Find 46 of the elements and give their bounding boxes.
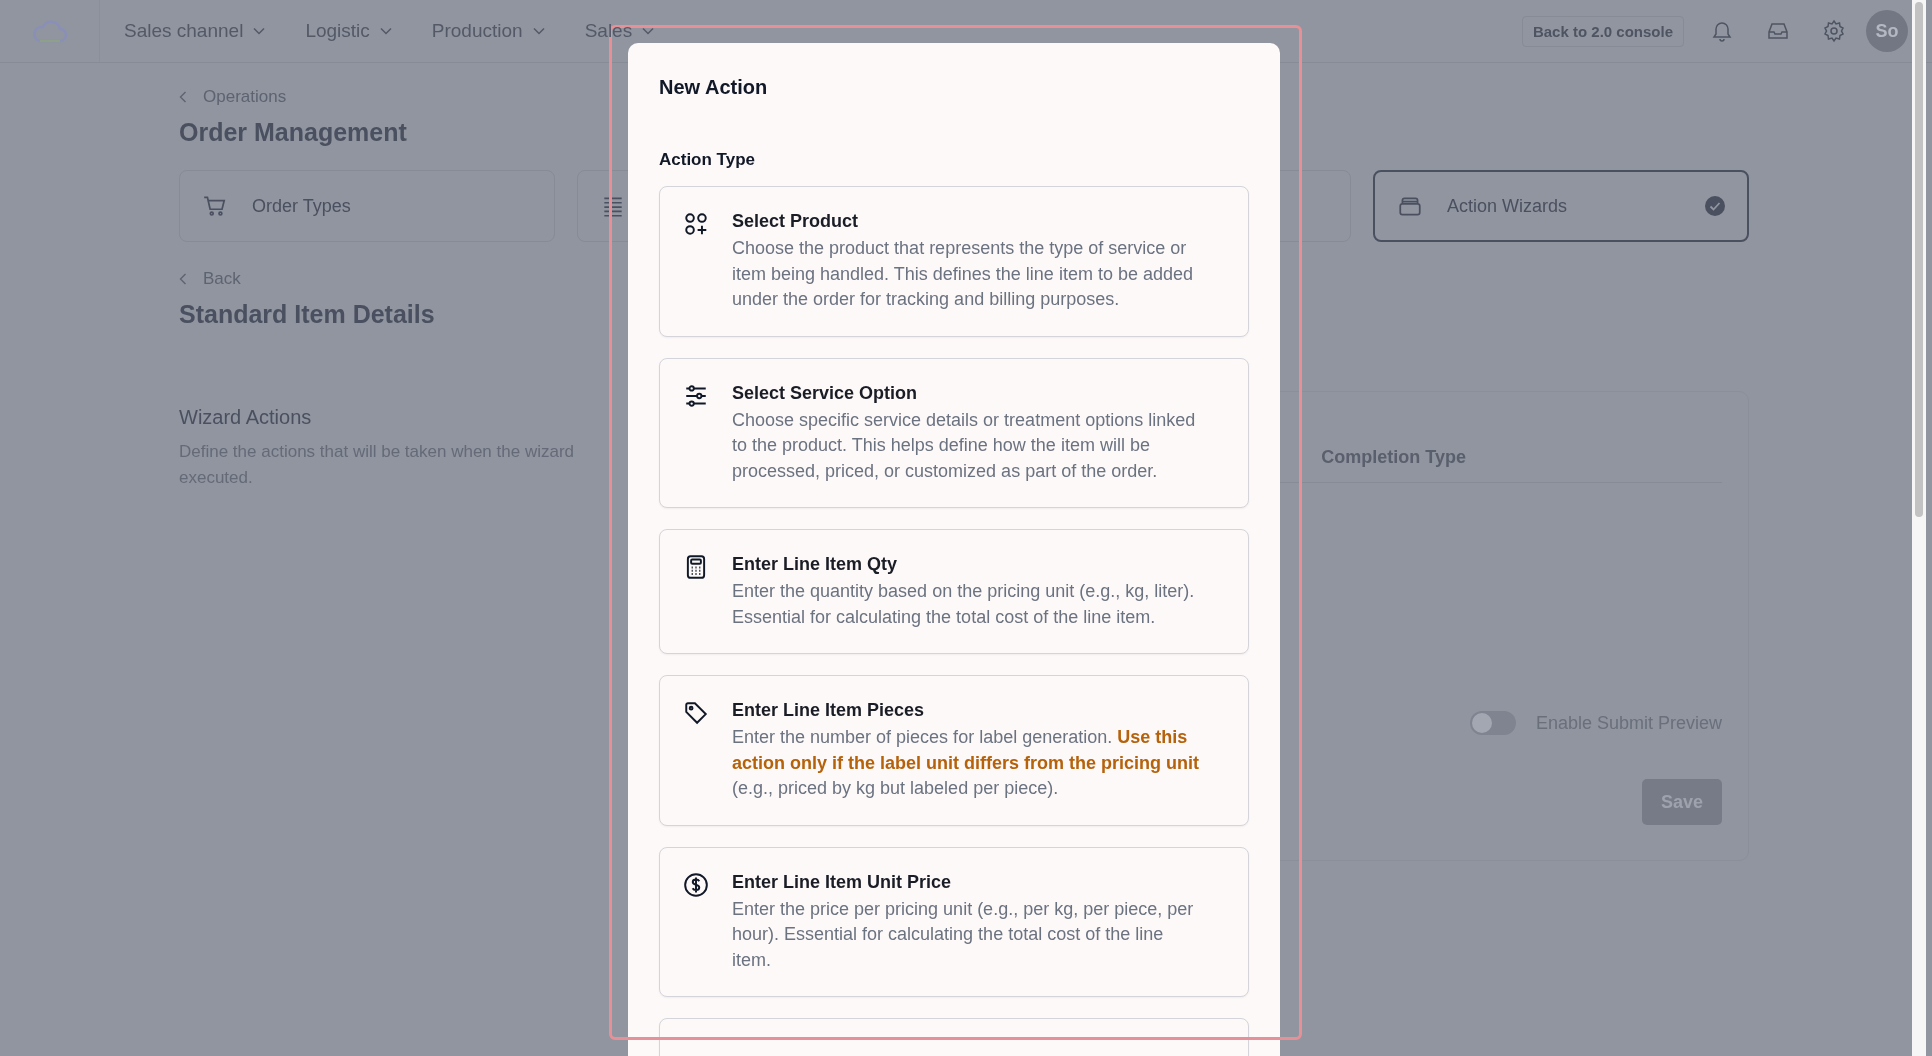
action-card[interactable]: Enter Line Item Pieces Enter the number of pieces for label generation. Use this action only if the label unit differs from the pricing unit (e.g., priced by kg but labeled per piece). — [659, 675, 1249, 826]
action-description: Enter the quantity based on the pricing unit (e.g., kg, liter). Essential for calculating the total cost of the line item. — [732, 580, 1196, 629]
field-label: Action Type — [659, 149, 757, 171]
action-title: Enter Line Item Pieces — [732, 699, 926, 722]
nav-menu[interactable]: Sales channel — [124, 20, 266, 42]
section-card[interactable]: Action Wizards — [1373, 170, 1749, 242]
action-card[interactable]: Select Service Option Choose specific service details or treatment options linked to the product. This helps define how the item will be processed, priced, or customized as part of the order. — [659, 357, 1249, 508]
action-card[interactable]: Enter Line Item Unit Price Enter the price per pricing unit (e.g., per kg, per piece, per hour). Essential for calculating the total cost of the line item. — [659, 846, 1249, 997]
dollar-circle-icon — [683, 871, 709, 898]
chevron-down-icon — [642, 27, 655, 35]
page-title: Order Management — [179, 118, 407, 147]
cart-icon — [202, 193, 228, 219]
console-button[interactable]: Back to 2.0 console — [1521, 15, 1684, 47]
chevron-down-icon — [532, 27, 545, 35]
action-description: Choose specific service details or treatment options linked to the product. This helps define how the item will be processed, priced, or customized as part of the order. — [732, 408, 1197, 483]
card-label: Order Types — [252, 195, 351, 217]
chevron-down-icon — [253, 27, 266, 35]
action-title: Enter Line Item Qty — [732, 553, 899, 576]
nav-menu[interactable]: Production — [431, 20, 545, 42]
action-description: Enter the number of pieces for label generation. Use this action only if the label unit differs from the pricing unit (e.g., priced by kg but labeled per piece). — [732, 726, 1200, 800]
action-card[interactable]: Enter Line Item Qty Enter the quantity based on the pricing unit (e.g., kg, liter). Essential for calculating the total cost of the line item. — [659, 529, 1249, 654]
wizard-actions-heading: Wizard Actions — [179, 406, 313, 429]
chevron-down-icon — [379, 27, 392, 35]
action-title: Select Product — [732, 210, 860, 233]
settings-icon[interactable] — [1822, 19, 1846, 43]
grid-plus-icon — [683, 211, 709, 237]
scrollbar-thumb[interactable] — [1915, 2, 1923, 517]
chevron-left-icon — [179, 91, 187, 103]
nav-menu[interactable]: Logistic — [305, 20, 392, 42]
action-title: Enter Line Item Unit Price — [732, 870, 953, 894]
section-card[interactable]: Order Types — [179, 170, 555, 242]
sliders-icon — [683, 382, 709, 409]
section-title: Standard Item Details — [179, 300, 435, 329]
chevron-left-icon — [179, 273, 187, 285]
scrollbar[interactable] — [1912, 0, 1926, 1056]
bell-icon[interactable] — [1710, 19, 1734, 43]
modal-title: New Action — [659, 75, 769, 100]
action-title: Select Service Option — [732, 381, 919, 405]
avatar[interactable]: So — [1866, 10, 1908, 52]
card-label: Action Wizards — [1447, 195, 1568, 217]
toggle-switch[interactable] — [1469, 711, 1516, 735]
tag-icon — [683, 700, 709, 726]
action-card[interactable]: Select Product Choose the product that represents the type of service or item being handled. This defines the line item to be added under the order for tracking and billing purposes. — [659, 186, 1249, 337]
action-description: Enter the price per pricing unit (e.g., per kg, per piece, per hour). Essential for calculating the total cost of the line item. — [732, 897, 1195, 972]
check-circle-icon — [1705, 196, 1725, 216]
action-description: Choose the product that represents the type of service or item being handled. This defines the line item to be added under the order for tracking and billing purposes. — [732, 237, 1194, 311]
